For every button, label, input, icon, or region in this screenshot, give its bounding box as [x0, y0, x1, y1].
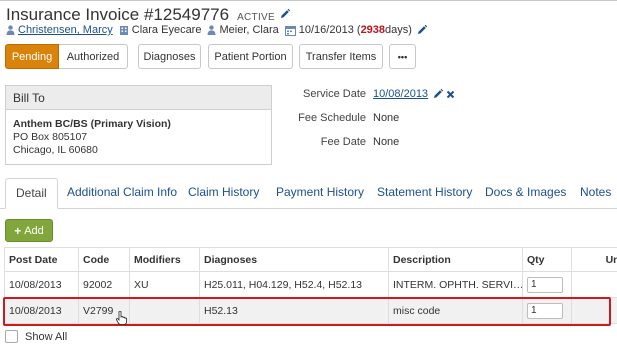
add-line-label: Add — [24, 224, 44, 237]
service-date-label: Service Date — [303, 88, 366, 100]
clear-service-date-icon[interactable] — [446, 90, 455, 99]
patient-item[interactable]: Christensen, Marcy — [6, 24, 113, 36]
fee-date-value: None — [373, 136, 400, 148]
cell-diagnoses: H25.011, H04.129, H52.4, H52.13 — [199, 271, 389, 298]
service-date-link[interactable]: 10/08/2013 — [373, 88, 428, 100]
fee-details: Service Date 10/08/2013 Fee Schedule Non… — [290, 87, 455, 159]
fee-schedule-label: Fee Schedule — [298, 112, 366, 124]
tab-claim-history[interactable]: Claim History — [188, 178, 259, 209]
calendar-icon — [284, 25, 296, 36]
days-open-suffix: days) — [385, 24, 412, 36]
edit-service-date-icon[interactable] — [432, 88, 444, 100]
show-all-checkbox[interactable] — [5, 330, 18, 343]
status-badge: ACTIVE — [237, 12, 275, 23]
service-date-row: Service Date 10/08/2013 — [290, 87, 455, 101]
more-actions-button[interactable]: ••• — [389, 44, 416, 69]
diagnoses-button[interactable]: Diagnoses — [138, 44, 201, 69]
add-line-button[interactable]: + Add — [5, 219, 53, 242]
cell-qty — [522, 297, 572, 324]
qty-input[interactable] — [527, 276, 563, 293]
bill-to-body: Anthem BC/BS (Primary Vision) PO Box 805… — [6, 110, 271, 165]
tab-notes[interactable]: Notes — [580, 178, 611, 209]
invoice-header: Insurance Invoice #12549776 ACTIVE — [6, 5, 291, 25]
tab-statement-history[interactable]: Statement History — [377, 178, 472, 209]
hand-cursor-icon — [116, 311, 127, 325]
tab-docs-images[interactable]: Docs & Images — [485, 178, 566, 209]
cell-modifiers: XU — [129, 271, 200, 298]
transfer-items-button[interactable]: Transfer Items — [299, 44, 383, 69]
qty-input[interactable] — [527, 302, 563, 319]
building-icon — [119, 26, 128, 35]
table-row[interactable]: 10/08/2013 V2799 H52.13 misc code $0 — [4, 297, 617, 324]
fee-schedule-row: Fee Schedule None — [290, 111, 455, 125]
practice-name: Clara Eyecare — [131, 24, 202, 36]
toolbar: Pending Authorized Diagnoses Patient Por… — [5, 44, 416, 69]
patient-link[interactable]: Christensen, Marcy — [18, 24, 113, 36]
payer-address-line1: PO Box 805107 — [13, 131, 88, 143]
practice-item: Clara Eyecare — [119, 24, 202, 36]
pending-button[interactable]: Pending — [5, 44, 59, 69]
invoice-meta: Christensen, Marcy Clara Eyecare Meier, … — [6, 24, 437, 36]
col-diagnoses[interactable]: Diagnoses — [199, 247, 389, 272]
detail-tabs: Detail Additional Claim Info Claim Histo… — [0, 178, 617, 209]
cell-description: INTERM. OPHTH. SERVI… — [388, 271, 523, 298]
tab-additional-claim-info[interactable]: Additional Claim Info — [67, 178, 177, 209]
bill-to-heading: Bill To — [6, 86, 271, 110]
cell-code: 92002 — [78, 271, 130, 298]
cell-unit-price: $8 — [571, 271, 617, 298]
show-all-toggle[interactable]: Show All — [5, 330, 67, 343]
fee-schedule-value: None — [373, 112, 400, 124]
payer-address-line2: Chicago, IL 60680 — [13, 144, 98, 156]
tab-detail[interactable]: Detail — [5, 178, 58, 209]
provider-name: Meier, Clara — [219, 24, 279, 36]
cell-qty — [522, 271, 572, 298]
col-unit-price[interactable]: Unit Pr — [571, 247, 617, 272]
cell-unit-price: $0 — [571, 297, 617, 324]
page-title: Insurance Invoice #12549776 — [6, 5, 230, 24]
edit-date-icon[interactable] — [416, 24, 428, 36]
patient-portion-button[interactable]: Patient Portion — [208, 44, 293, 69]
authorized-button[interactable]: Authorized — [59, 44, 128, 69]
table-header-row: Post Date Code Modifiers Diagnoses Descr… — [4, 247, 617, 272]
provider-item: Meier, Clara — [207, 24, 279, 36]
table-row[interactable]: 10/08/2013 92002 XU H25.011, H04.129, H5… — [4, 271, 617, 298]
provider-icon — [207, 25, 216, 35]
tab-payment-history[interactable]: Payment History — [276, 178, 364, 209]
plus-icon: + — [14, 223, 22, 238]
fee-date-label: Fee Date — [320, 136, 366, 148]
payer-name: Anthem BC/BS (Primary Vision) — [13, 118, 171, 130]
cell-modifiers — [129, 297, 200, 324]
date-item: 10/16/2013 (2938 days) — [284, 24, 431, 36]
line-items-table: Post Date Code Modifiers Diagnoses Descr… — [4, 247, 617, 324]
col-code[interactable]: Code — [78, 247, 130, 272]
days-open-count: 2938 — [360, 24, 386, 36]
fee-date-row: Fee Date None — [290, 135, 455, 149]
person-icon — [6, 25, 15, 35]
top-border — [0, 0, 617, 1]
cell-description: misc code — [388, 297, 523, 324]
cell-post-date: 10/08/2013 — [4, 297, 79, 324]
show-all-label: Show All — [25, 330, 68, 343]
cell-post-date: 10/08/2013 — [4, 271, 79, 298]
col-qty[interactable]: Qty — [522, 247, 572, 272]
col-description[interactable]: Description — [388, 247, 523, 272]
cell-diagnoses: H52.13 — [199, 297, 389, 324]
col-modifiers[interactable]: Modifiers — [129, 247, 200, 272]
bill-to-panel: Bill To Anthem BC/BS (Primary Vision) PO… — [5, 85, 272, 165]
col-post-date[interactable]: Post Date — [4, 247, 79, 272]
edit-title-icon[interactable] — [279, 8, 291, 20]
invoice-date: 10/16/2013 — [298, 24, 354, 36]
